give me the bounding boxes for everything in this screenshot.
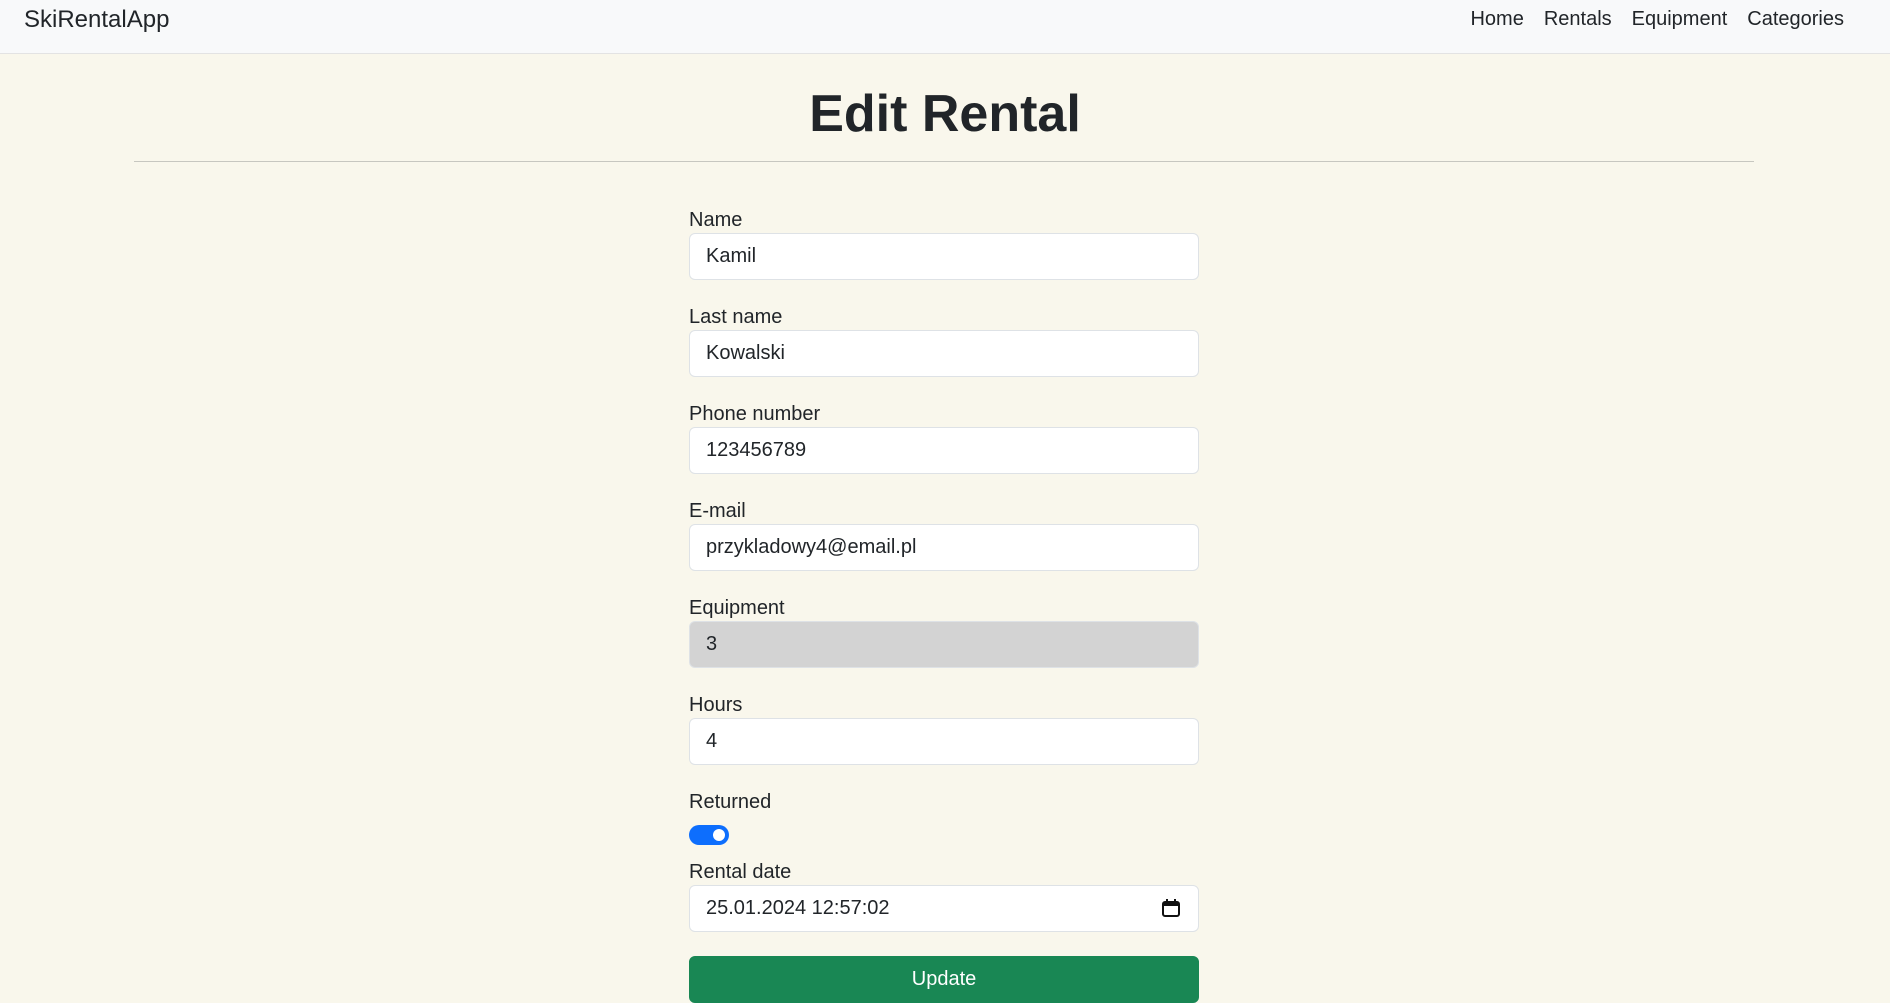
- nav-link-categories[interactable]: Categories: [1737, 8, 1854, 31]
- toggle-knob: [713, 829, 725, 842]
- navbar: SkiRentalApp Home Rentals Equipment Cate…: [0, 0, 1890, 54]
- hours-input[interactable]: [689, 718, 1199, 766]
- phone-label: Phone number: [689, 403, 821, 426]
- brand-link[interactable]: SkiRentalApp: [24, 6, 169, 34]
- email-input[interactable]: [689, 524, 1199, 572]
- last-name-label: Last name: [689, 306, 783, 329]
- nav-links: Home Rentals Equipment Categories: [1460, 8, 1854, 31]
- rental-date-input[interactable]: [689, 885, 1199, 933]
- email-label: E-mail: [689, 500, 746, 523]
- hours-label: Hours: [689, 694, 743, 717]
- equipment-input: [689, 621, 1199, 669]
- rental-date-wrapper: [689, 885, 1199, 933]
- edit-rental-form: Name Last name Phone number E-mail Equip…: [689, 207, 1199, 1003]
- phone-input[interactable]: [689, 427, 1199, 475]
- nav-link-rentals[interactable]: Rentals: [1534, 8, 1622, 31]
- title-divider: [134, 161, 1754, 163]
- name-input[interactable]: [689, 233, 1199, 281]
- update-button[interactable]: Update: [689, 956, 1199, 1003]
- returned-toggle[interactable]: [689, 825, 729, 846]
- name-label: Name: [689, 209, 743, 232]
- rental-date-label: Rental date: [689, 861, 792, 884]
- calendar-icon[interactable]: [1161, 898, 1181, 918]
- last-name-input[interactable]: [689, 330, 1199, 378]
- nav-link-home[interactable]: Home: [1460, 8, 1533, 31]
- nav-link-equipment[interactable]: Equipment: [1622, 8, 1738, 31]
- returned-label: Returned: [689, 791, 772, 814]
- page-title: Edit Rental: [809, 85, 1081, 143]
- equipment-label: Equipment: [689, 597, 785, 620]
